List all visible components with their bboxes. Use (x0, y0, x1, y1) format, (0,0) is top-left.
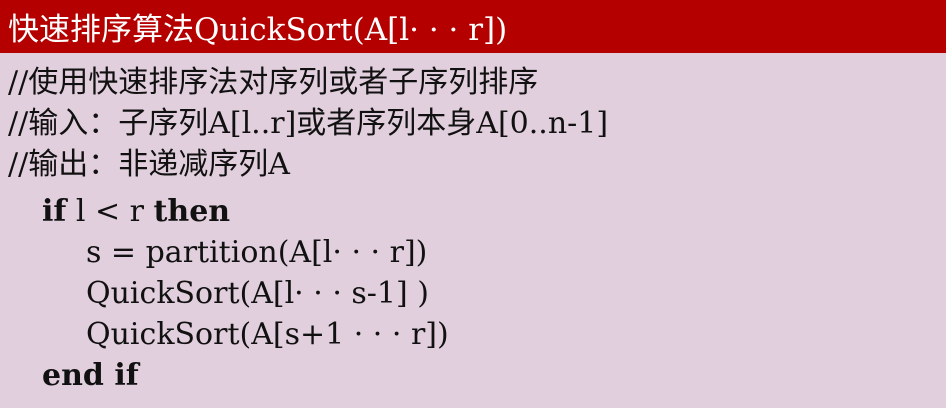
partition-statement: s = partition(A[l· · · r]) (86, 235, 428, 270)
then-keyword: then (153, 194, 231, 229)
if-statement: if l < r then (8, 191, 946, 232)
comment-line-purpose: //使用快速排序法对序列或者子序列排序 (8, 65, 539, 100)
if-condition: l < r (66, 194, 154, 229)
if-keyword: if (42, 194, 67, 229)
algorithm-block: 快速排序算法QuickSort(A[l· · · r]) //使用快速排序法对序… (0, 0, 946, 408)
comment-line-input: //输入：子序列A[l..r]或者序列本身A[0..n-1] (8, 106, 609, 141)
recursive-call-right: QuickSort(A[s+1 · · · r]) (86, 317, 449, 352)
end-if-keyword: end if (42, 358, 139, 393)
comment-line-output: //输出：非递减序列A (8, 147, 290, 182)
end-if-statement: end if (8, 355, 946, 396)
algorithm-body: //使用快速排序法对序列或者子序列排序 //输入：子序列A[l..r]或者序列本… (0, 53, 946, 396)
recursive-call-left: QuickSort(A[l· · · s-1] ) (86, 276, 429, 311)
algorithm-title: 快速排序算法QuickSort(A[l· · · r]) (0, 0, 946, 53)
